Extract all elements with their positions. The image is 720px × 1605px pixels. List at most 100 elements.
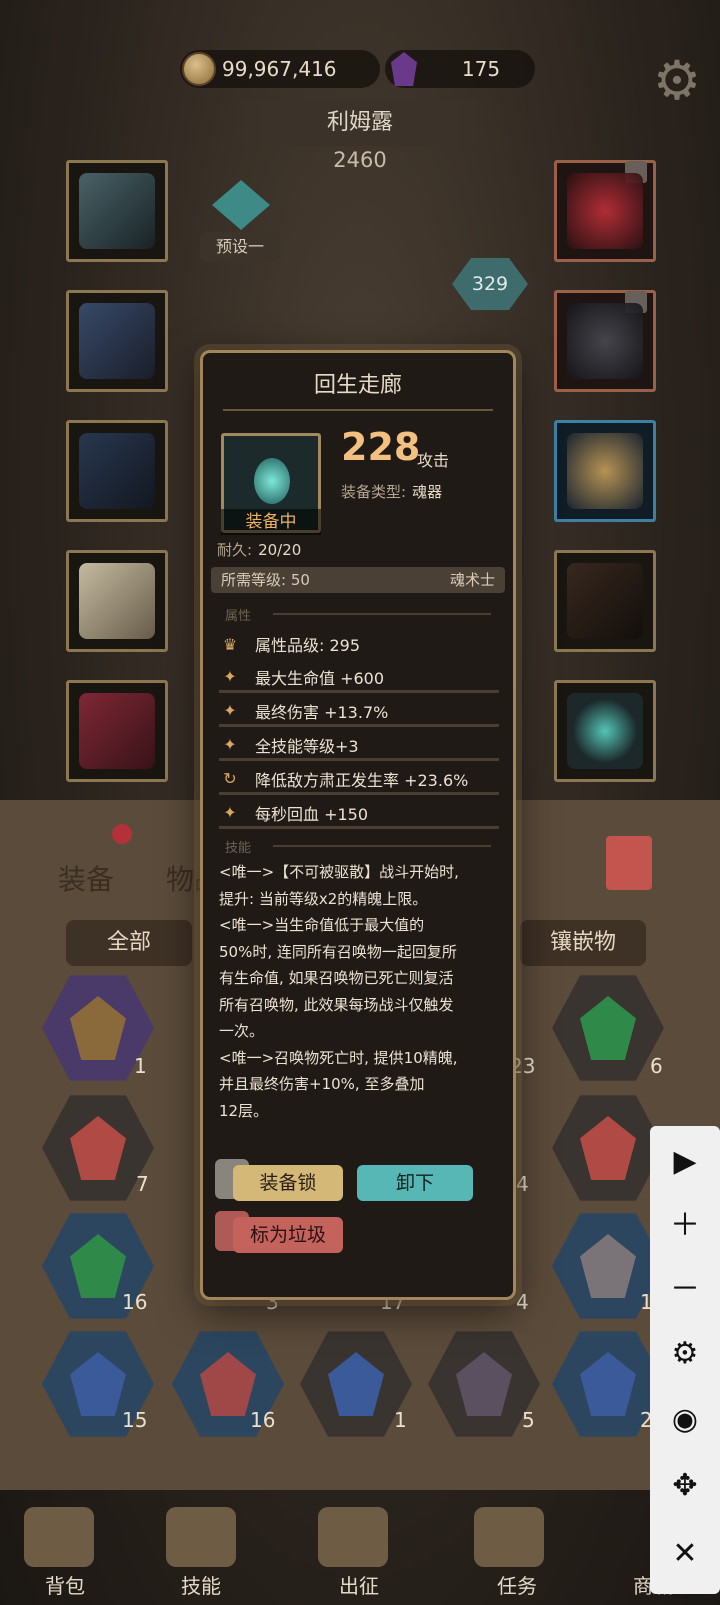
equipped-label: 装备中: [221, 509, 321, 535]
divider: [273, 845, 491, 847]
nav-tasks[interactable]: 任务: [472, 1570, 562, 1599]
skill-description: <唯一>【不可被驱散】战斗开始时, 提升: 当前等级x2的精魄上限。 <唯一>当…: [219, 859, 499, 1124]
skill-line: 所有召唤物, 此效果每场战斗仅触发: [219, 995, 454, 1014]
skills-heading: 技能: [225, 841, 252, 856]
equipment-type: 装备类型: 魂器: [341, 481, 442, 502]
attribute-text: 全技能等级+3: [255, 736, 359, 756]
type-value: 魂器: [412, 483, 443, 501]
crown-icon: ♛: [222, 634, 238, 654]
slot-helmet[interactable]: [66, 160, 168, 262]
weapon-art: [567, 563, 643, 639]
gem-art: [70, 1352, 126, 1416]
item-count: 16: [250, 1408, 276, 1432]
star-icon: ✦: [223, 667, 237, 686]
durability-label: 耐久:: [217, 541, 253, 559]
gem-art: [580, 1116, 636, 1180]
expedition-icon: [318, 1507, 388, 1567]
attribute-text: 最大生命值 +600: [255, 668, 385, 688]
nav-skills[interactable]: 技能: [156, 1570, 246, 1599]
nav-bag[interactable]: 背包: [20, 1570, 110, 1599]
filter-all[interactable]: 全部: [66, 920, 192, 966]
gold-value: 99,967,416: [222, 57, 337, 81]
attribute-row: ✦ 每秒回血 +150: [219, 799, 499, 829]
filter-inlay[interactable]: 镶嵌物: [520, 920, 646, 966]
tab-equipment[interactable]: 装备: [58, 858, 114, 898]
gem-art: [580, 996, 636, 1060]
slot-soul-vessel[interactable]: [554, 680, 656, 782]
slot-armor[interactable]: [66, 290, 168, 392]
gem-value: 175: [461, 57, 501, 81]
attributes-heading: 属性: [225, 609, 252, 624]
amulet-art: [567, 173, 643, 249]
zoom-out-icon[interactable]: －: [650, 1262, 720, 1318]
attribute-row: ✦ 最大生命值 +600: [219, 663, 499, 693]
eye-icon[interactable]: ◉: [650, 1392, 720, 1448]
bag-icon: [24, 1507, 94, 1567]
close-icon[interactable]: ✕: [650, 1526, 720, 1582]
attribute-row: ✦ 最终伤害 +13.7%: [219, 697, 499, 727]
item-count: 15: [122, 1408, 148, 1432]
gear-icon[interactable]: ⚙: [650, 54, 704, 108]
trash-icon[interactable]: [606, 836, 652, 890]
nav-expedition[interactable]: 出征: [314, 1570, 404, 1599]
durability: 耐久: 20/20: [217, 539, 301, 560]
item-art: [70, 996, 126, 1060]
soul-core-icon: [254, 458, 290, 504]
gem-counter: 175: [385, 50, 535, 88]
slot-ring-1[interactable]: [554, 290, 656, 392]
gem-art: [200, 1352, 256, 1416]
star-icon: ✦: [223, 803, 237, 822]
coin-icon: [182, 52, 216, 86]
equipment-lock-button[interactable]: 装备锁: [233, 1165, 343, 1201]
settings-icon[interactable]: ⚙: [650, 1326, 720, 1382]
gem-art: [580, 1234, 636, 1298]
slot-gloves[interactable]: [66, 420, 168, 522]
character-name: 利姆露: [230, 100, 490, 146]
slot-weapon[interactable]: [554, 550, 656, 652]
skill-line: 一次。: [219, 1022, 265, 1040]
star-icon: ✦: [223, 701, 237, 720]
attribute-row: ✦ 全技能等级+3: [219, 731, 499, 761]
skill-line: <唯一>召唤物死亡时, 提供10精魄,: [219, 1048, 458, 1067]
mark-as-junk-button[interactable]: 标为垃圾: [233, 1217, 343, 1253]
skill-line: 有生命值, 如果召唤物已死亡则复活: [219, 969, 454, 987]
attribute-quality: ♛ 属性品级: 295: [219, 629, 499, 659]
class-requirement: 魂术士: [449, 571, 495, 589]
top-bar: 99,967,416 175 ⚙: [0, 40, 720, 108]
item-count: 4: [516, 1290, 529, 1314]
item-count: 4: [516, 1172, 529, 1196]
skill-line: 50%时, 连同所有召唤物一起回复所: [219, 942, 457, 961]
attribute-quality-text: 属性品级: 295: [255, 636, 361, 655]
notification-dot: [112, 824, 132, 844]
item-count: 5: [522, 1408, 535, 1432]
floating-toolbar: ▶ ＋ － ⚙ ◉ ✥ ✕: [650, 1126, 720, 1594]
reroll-icon: ↻: [223, 769, 237, 788]
attack-value: 228: [341, 425, 421, 469]
gem-art: [456, 1352, 512, 1416]
gem-art: [328, 1352, 384, 1416]
item-count: 16: [122, 1290, 148, 1314]
gloves-art: [79, 433, 155, 509]
skill-line: 12层。: [219, 1101, 269, 1120]
zoom-in-icon[interactable]: ＋: [650, 1198, 720, 1254]
armor-art: [79, 303, 155, 379]
item-count: 1: [394, 1408, 407, 1432]
item-detail-popup: 回生走廊 装备中 228 攻击 装备类型: 魂器 耐久: 20/20 所需等级: 5…: [200, 350, 516, 1300]
preset-selector[interactable]: 预设一: [200, 232, 280, 262]
item-count: 7: [136, 1172, 149, 1196]
slot-legs[interactable]: [66, 550, 168, 652]
skill-line: <唯一>当生命值低于最大值的: [219, 916, 425, 934]
slot-amulet[interactable]: [554, 160, 656, 262]
star-icon: ✦: [223, 735, 237, 754]
gem-art: [580, 1352, 636, 1416]
play-icon[interactable]: ▶: [650, 1134, 720, 1190]
tasks-icon: [474, 1507, 544, 1567]
divider: [273, 613, 491, 615]
legs-art: [79, 563, 155, 639]
unequip-button[interactable]: 卸下: [357, 1165, 473, 1201]
slot-ring-2[interactable]: [554, 420, 656, 522]
slot-boots[interactable]: [66, 680, 168, 782]
move-icon[interactable]: ✥: [650, 1458, 720, 1514]
skill-line: <唯一>【不可被驱散】战斗开始时,: [219, 863, 459, 881]
boots-art: [79, 693, 155, 769]
